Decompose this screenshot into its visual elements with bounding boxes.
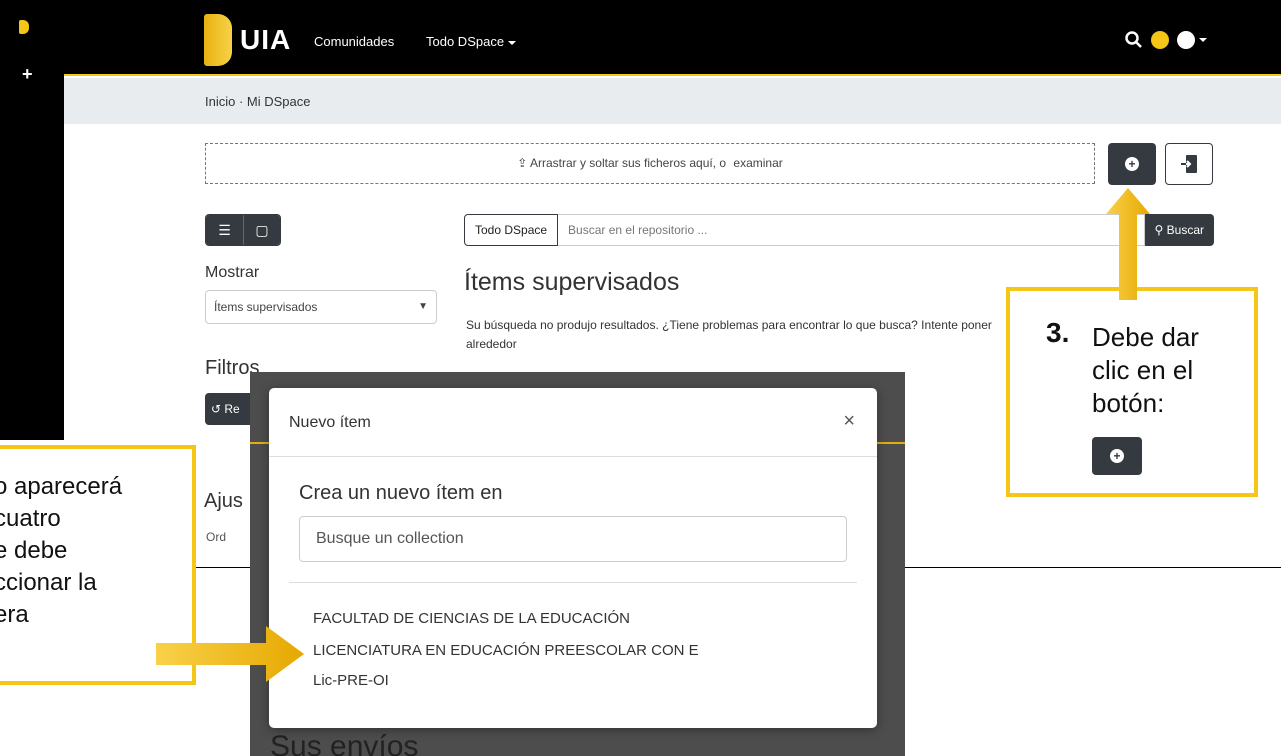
left-line: cuatro (0, 505, 61, 532)
instruction-callout-step3: 3. Debe dar clic en el botón: + (1006, 287, 1258, 497)
reset-filters-button[interactable]: ↺ Re (205, 393, 255, 425)
brand-name: UIA (240, 24, 292, 55)
close-icon[interactable]: × (843, 410, 855, 433)
chevron-down-icon (1199, 38, 1207, 42)
left-line: e debe (0, 537, 68, 564)
new-item-button[interactable]: + (1108, 143, 1156, 185)
user-icon (1177, 31, 1195, 49)
modal-title: Nuevo ítem (289, 414, 371, 431)
step-line: botón: (1092, 388, 1165, 418)
nav-icons (1125, 31, 1207, 49)
left-rail: + (0, 0, 64, 440)
nav-comunidades[interactable]: Comunidades (314, 34, 394, 49)
import-button[interactable] (1165, 143, 1213, 185)
left-callout-text: o aparecerá cuatro e debe ccionar la era (0, 471, 122, 631)
new-item-button-illustration: + (1092, 437, 1142, 475)
left-line: o aparecerá (0, 473, 123, 500)
nav-todo-dspace-label: Todo DSpace (426, 34, 505, 49)
result-collection-handle[interactable]: Lic-PRE-OI (313, 672, 389, 689)
chevron-down-icon (508, 40, 517, 45)
show-label: Mostrar (205, 264, 260, 281)
result-faculty[interactable]: FACULTAD DE CIENCIAS DE LA EDUCACIÓN (313, 610, 630, 627)
add-icon[interactable]: + (22, 64, 33, 85)
search-button-label: Buscar (1166, 223, 1204, 237)
brand-mark-icon (204, 14, 232, 66)
file-dropzone[interactable]: ⇪ Arrastrar y soltar sus ficheros aquí, … (205, 143, 1095, 184)
no-results-message: Su búsqueda no produjo resultados. ¿Tien… (466, 318, 992, 351)
browse-link[interactable]: examinar (733, 156, 782, 170)
grid-view-icon[interactable]: ▢ (242, 215, 280, 245)
order-label: Ord (206, 530, 227, 544)
plus-circle-icon: + (1110, 449, 1124, 463)
plus-circle-icon: + (1125, 157, 1139, 171)
reset-label: Re (224, 402, 240, 416)
scope-button[interactable]: Todo DSpace (464, 214, 559, 246)
show-select-value: Ítems supervisados (214, 300, 318, 314)
rail-logo-icon (19, 20, 29, 34)
view-mode-toggle: ☰ ▢ (205, 214, 281, 246)
breadcrumb: Inicio · Mi DSpace (64, 78, 1281, 124)
results-heading: Ítems supervisados (464, 268, 680, 296)
list-view-icon[interactable]: ☰ (206, 215, 243, 245)
chevron-down-icon: ▼ (418, 301, 428, 312)
user-menu[interactable] (1177, 31, 1207, 49)
reset-icon: ↺ (211, 402, 225, 416)
brand-logo[interactable]: UIA (204, 14, 291, 66)
navbar: UIA Comunidades Todo DSpace (64, 0, 1281, 76)
step-line: Debe dar (1092, 322, 1199, 352)
collection-search-input[interactable]: Busque un collection (299, 516, 847, 562)
search-icon[interactable] (1125, 31, 1143, 49)
modal-heading: Crea un nuevo ítem en (299, 482, 503, 504)
background-heading: Sus envíos (270, 730, 419, 756)
modal-divider (269, 456, 877, 457)
search-button[interactable]: ⚲ Buscar (1144, 214, 1214, 246)
left-line: era (0, 601, 29, 628)
step-text: Debe dar clic en el botón: (1092, 321, 1199, 420)
search-icon: ⚲ (1154, 223, 1167, 237)
settings-heading: Ajus (204, 490, 243, 512)
show-select[interactable]: Ítems supervisados ▼ (205, 290, 437, 324)
language-globe-icon[interactable] (1151, 31, 1169, 49)
search-input[interactable]: Buscar en el repositorio ... (558, 214, 1145, 246)
new-item-modal: Nuevo ítem × Crea un nuevo ítem en Busqu… (269, 388, 877, 728)
breadcrumb-text[interactable]: Inicio · Mi DSpace (205, 94, 310, 109)
nav-todo-dspace[interactable]: Todo DSpace (426, 34, 517, 49)
upload-icon: ⇪ (517, 156, 528, 170)
step-number: 3. (1046, 317, 1070, 348)
arrow-right-icon (156, 626, 304, 682)
dropzone-text: Arrastrar y soltar sus ficheros aquí, o (529, 156, 727, 170)
search-bar: Todo DSpace Buscar en el repositorio ...… (464, 214, 1214, 246)
result-collection-name[interactable]: LICENCIATURA EN EDUCACIÓN PREESCOLAR CON… (313, 642, 783, 659)
step-line: clic en el (1092, 355, 1194, 385)
arrow-up-icon (1106, 188, 1150, 300)
left-line: ccionar la (0, 569, 97, 596)
import-icon (1181, 155, 1197, 173)
modal-divider (289, 582, 857, 583)
